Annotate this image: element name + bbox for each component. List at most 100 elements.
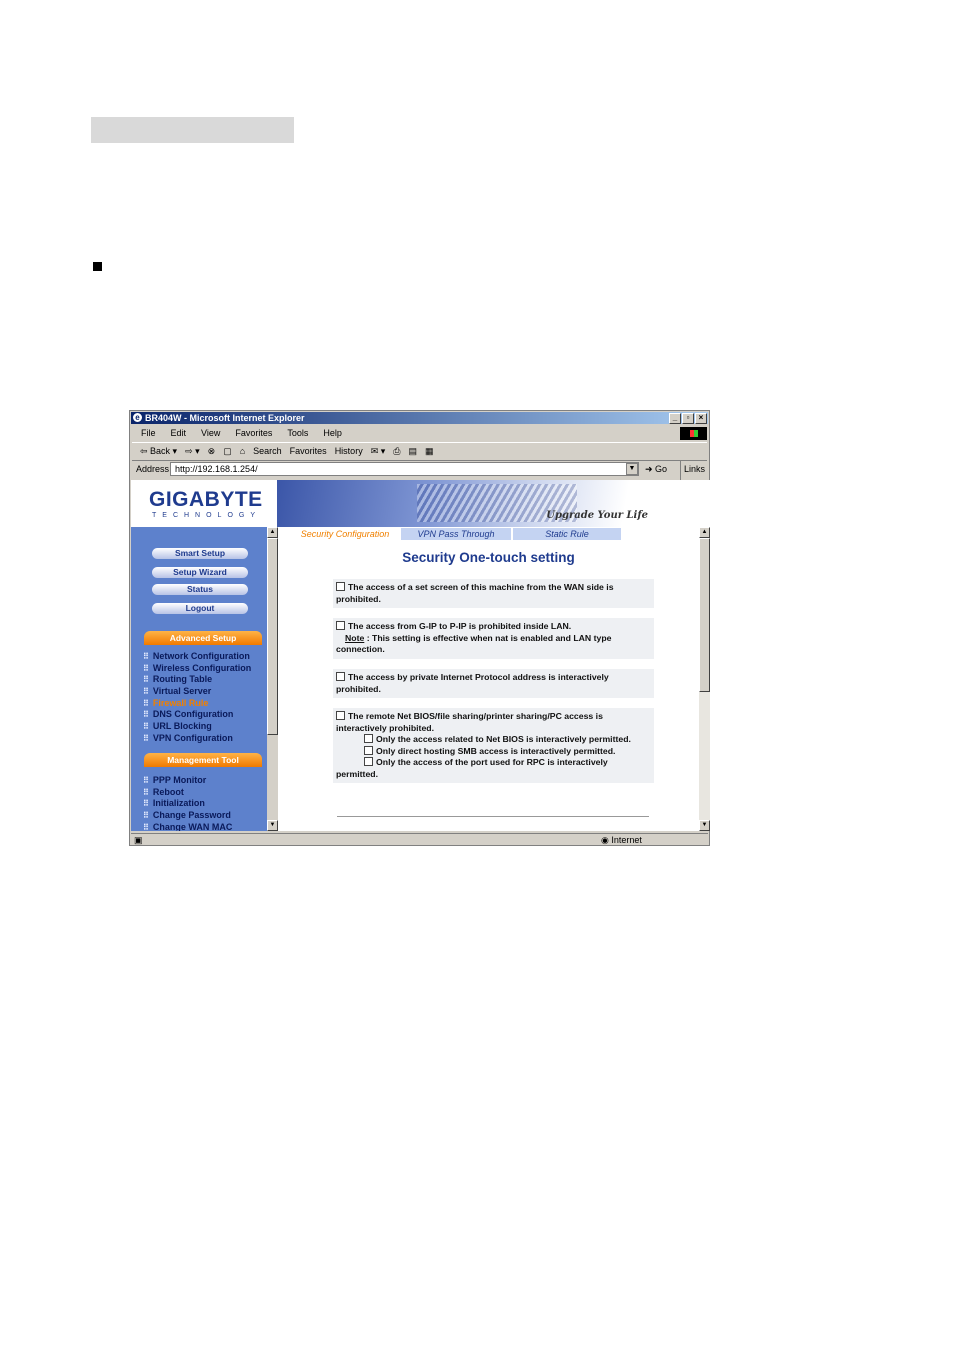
option-rpc-permitted-label: Only the access of the port used for RPC… — [336, 757, 608, 779]
option-netbios: The remote Net BIOS/file sharing/printer… — [333, 708, 654, 783]
management-tool-header: Management Tool — [144, 753, 262, 767]
nav-network-configuration[interactable]: Network Configuration — [143, 651, 251, 663]
checkbox-netbios[interactable] — [336, 711, 345, 720]
status-bar: ▣ ◉ Internet — [131, 833, 708, 846]
sidebar-scrollbar[interactable]: ▲ ▼ — [267, 527, 278, 831]
status-button[interactable]: Status — [152, 584, 248, 595]
address-label: Address — [136, 464, 170, 474]
back-button[interactable]: ⇦ Back ▾ — [140, 446, 177, 456]
tab-static-rule[interactable]: Static Rule — [512, 527, 622, 541]
banner: GIGABYTE TECHNOLOGY Upgrade Your Life — [131, 480, 710, 527]
menu-view[interactable]: View — [201, 428, 220, 438]
option-private-ip: The access by private Internet Protocol … — [333, 669, 654, 698]
tab-vpn-pass-through[interactable]: VPN Pass Through — [400, 527, 512, 541]
setup-wizard-button[interactable]: Setup Wizard — [152, 567, 248, 578]
nav-firewall-rule[interactable]: Firewall Rule — [143, 698, 251, 710]
checkbox-smb-permitted[interactable] — [364, 745, 373, 755]
title-bar: e BR404W - Microsoft Internet Explorer _ … — [131, 412, 708, 424]
smart-setup-button[interactable]: Smart Setup — [152, 548, 248, 559]
menu-bar: File Edit View Favorites Tools Help — [132, 426, 707, 440]
menu-file[interactable]: File — [141, 428, 156, 438]
nav-change-password[interactable]: Change Password — [143, 810, 232, 822]
checkbox-private-ip[interactable] — [336, 672, 345, 681]
maximize-button[interactable]: ▫ — [682, 413, 694, 424]
go-button[interactable]: ➜ Go — [645, 461, 667, 477]
main-scrollbar[interactable]: ▲ ▼ — [699, 527, 710, 831]
main-scroll-thumb[interactable] — [699, 538, 710, 692]
checkbox-gip-pip[interactable] — [336, 621, 345, 630]
nav-wireless-configuration[interactable]: Wireless Configuration — [143, 663, 251, 675]
address-bar: Address http://192.168.1.254/ ▼ ➜ Go Lin… — [132, 461, 707, 493]
toolbar: ⇦ Back ▾ ⇨ ▾ ⊗ ▢ ⌂ Search Favorites History ✉ ▾ ⎙… — [132, 442, 707, 461]
print-button[interactable]: ⎙ — [393, 446, 400, 456]
logout-button[interactable]: Logout — [152, 603, 248, 614]
logo-subtext: TECHNOLOGY — [152, 512, 262, 519]
close-button[interactable]: × — [695, 413, 707, 424]
nav-vpn-configuration[interactable]: VPN Configuration — [143, 733, 251, 745]
stop-button[interactable]: ⊗ — [208, 446, 216, 456]
page-title: Security One-touch setting — [402, 550, 575, 565]
page-icon: ▣ — [134, 835, 143, 845]
search-button[interactable]: Search — [253, 446, 282, 456]
address-dropdown-icon[interactable]: ▼ — [626, 463, 638, 475]
history-button[interactable]: History — [335, 446, 363, 456]
nav-dns-configuration[interactable]: DNS Configuration — [143, 709, 251, 721]
menu-favorites[interactable]: Favorites — [235, 428, 272, 438]
option-gip-pip-label: The access from G-IP to P-IP is prohibit… — [348, 621, 572, 631]
note-text: : This setting is effective when nat is … — [336, 632, 612, 655]
page-content: GIGABYTE TECHNOLOGY Upgrade Your Life Sm… — [131, 480, 710, 831]
management-tool-list: PPP Monitor Reboot Initialization Change… — [143, 775, 233, 831]
nav-initialization[interactable]: Initialization — [143, 798, 232, 810]
nav-ppp-monitor[interactable]: PPP Monitor — [143, 775, 232, 787]
option-gip-pip: The access from G-IP to P-IP is prohibit… — [333, 618, 654, 659]
note-label: Note — [345, 632, 365, 643]
windows-logo-icon — [680, 427, 707, 440]
checkbox-netbios-permitted[interactable] — [364, 734, 373, 743]
divider — [337, 816, 649, 817]
option-wan-access: The access of a set screen of this machi… — [333, 579, 654, 608]
zone-indicator: ◉ Internet — [601, 834, 642, 846]
nav-virtual-server[interactable]: Virtual Server — [143, 686, 251, 698]
nav-routing-table[interactable]: Routing Table — [143, 674, 251, 686]
tab-bar: Security Configuration VPN Pass Through … — [290, 527, 622, 541]
nav-url-blocking[interactable]: URL Blocking — [143, 721, 251, 733]
advanced-setup-list: Network Configuration Wireless Configura… — [143, 651, 251, 745]
discuss-button[interactable]: ▦ — [425, 446, 434, 456]
mail-button[interactable]: ✉ ▾ — [371, 446, 386, 456]
window-title: BR404W - Microsoft Internet Explorer — [145, 413, 305, 423]
bullet-mark — [93, 262, 102, 271]
zone-label: Internet — [611, 835, 642, 845]
logo-text: GIGABYTE — [149, 488, 263, 511]
checkbox-rpc-permitted[interactable] — [364, 757, 373, 766]
refresh-button[interactable]: ▢ — [223, 446, 232, 456]
checkbox-wan-access[interactable] — [336, 582, 345, 591]
go-arrow-icon: ➜ — [645, 464, 656, 474]
option-netbios-label: The remote Net BIOS/file sharing/printer… — [336, 711, 603, 733]
menu-tools[interactable]: Tools — [287, 428, 308, 438]
menu-edit[interactable]: Edit — [171, 428, 187, 438]
tab-security-configuration[interactable]: Security Configuration — [290, 527, 400, 541]
main-scroll-down-icon[interactable]: ▼ — [699, 820, 710, 831]
option-netbios-permitted-label: Only the access related to Net BIOS is i… — [376, 734, 631, 744]
favorites-button[interactable]: Favorites — [290, 446, 327, 456]
browser-window: e BR404W - Microsoft Internet Explorer _ … — [129, 410, 710, 846]
nav-change-wan-mac[interactable]: Change WAN MAC — [143, 822, 233, 831]
nav-reboot[interactable]: Reboot — [143, 787, 232, 799]
sidebar-scroll-thumb[interactable] — [267, 538, 278, 735]
minimize-button[interactable]: _ — [669, 413, 681, 424]
main-panel: Security Configuration VPN Pass Through … — [278, 527, 699, 831]
main-scroll-up-icon[interactable]: ▲ — [699, 527, 710, 538]
scroll-up-icon[interactable]: ▲ — [267, 527, 278, 538]
edit-button[interactable]: ▤ — [408, 446, 417, 456]
go-label: Go — [655, 464, 668, 474]
sidebar: Smart Setup Setup Wizard Status Logout A… — [131, 527, 267, 831]
address-input[interactable]: http://192.168.1.254/ — [170, 462, 639, 476]
forward-button[interactable]: ⇨ ▾ — [185, 446, 200, 456]
scroll-down-icon[interactable]: ▼ — [267, 820, 278, 831]
option-smb-permitted-label: Only direct hosting SMB access is intera… — [376, 745, 616, 756]
logo: GIGABYTE TECHNOLOGY — [131, 480, 277, 527]
header-bar — [91, 117, 294, 143]
menu-help[interactable]: Help — [323, 428, 342, 438]
home-button[interactable]: ⌂ — [240, 446, 245, 456]
option-private-ip-label: The access by private Internet Protocol … — [336, 672, 609, 694]
